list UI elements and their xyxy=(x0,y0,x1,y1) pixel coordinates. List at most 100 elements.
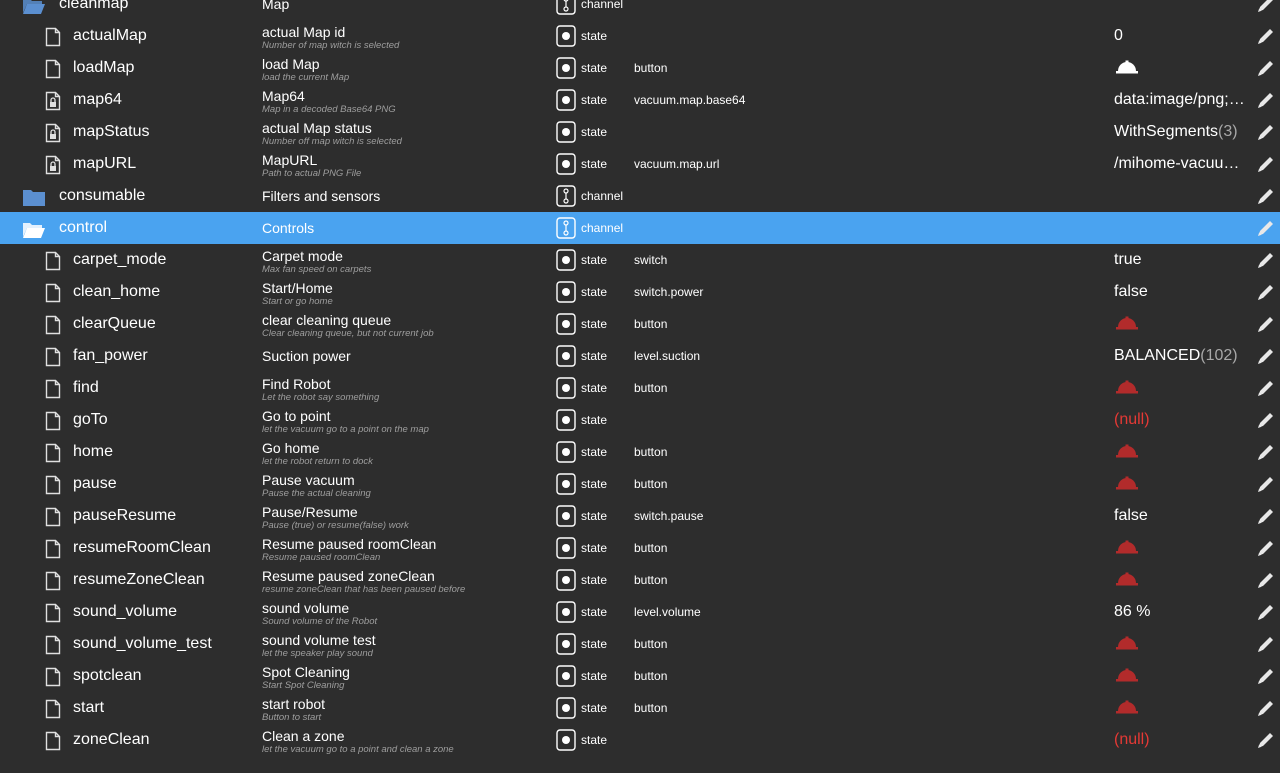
object-name[interactable]: actualMap xyxy=(73,27,147,45)
object-name[interactable]: mapURL xyxy=(73,155,136,173)
object-name[interactable]: control xyxy=(59,219,107,237)
value-cell[interactable]: data:image/png;base64,iVBORw0KGgo xyxy=(1114,84,1254,116)
object-name[interactable]: sound_volume xyxy=(73,603,177,621)
table-row[interactable]: carpet_mode Carpet mode Max fan speed on c… xyxy=(0,244,1280,276)
table-row[interactable]: cleanmap Map channel xyxy=(0,0,1280,20)
pencil-icon[interactable] xyxy=(1256,442,1276,462)
object-value-null[interactable]: (null) xyxy=(1114,411,1252,429)
object-name[interactable]: consumable xyxy=(59,187,145,205)
value-cell[interactable] xyxy=(1114,308,1254,340)
pencil-icon[interactable] xyxy=(1256,0,1276,14)
table-row[interactable]: control Controls channel xyxy=(0,212,1280,244)
object-value-null[interactable]: (null) xyxy=(1114,731,1252,749)
object-value[interactable]: true xyxy=(1114,251,1252,269)
object-value-wrap[interactable]: WithSegments(3) xyxy=(1114,123,1252,141)
table-row[interactable]: find Find Robot Let the robot say somethin… xyxy=(0,372,1280,404)
pencil-icon[interactable] xyxy=(1256,506,1276,526)
object-value[interactable]: false xyxy=(1114,283,1252,301)
table-row[interactable]: consumable Filters and sensors channel xyxy=(0,180,1280,212)
object-value[interactable]: data:image/png;base64,iVBORw0KGgo xyxy=(1114,91,1252,109)
object-name[interactable]: cleanmap xyxy=(59,0,128,13)
table-row[interactable]: resumeRoomClean Resume paused roomClean Re… xyxy=(0,532,1280,564)
pencil-icon[interactable] xyxy=(1256,186,1276,206)
object-name[interactable]: pause xyxy=(73,475,117,493)
table-row[interactable]: actualMap actual Map id Number of map witc… xyxy=(0,20,1280,52)
pencil-icon[interactable] xyxy=(1256,58,1276,78)
pencil-icon[interactable] xyxy=(1256,154,1276,174)
object-value[interactable]: false xyxy=(1114,507,1252,525)
value-cell[interactable]: true xyxy=(1114,244,1254,276)
object-name[interactable]: spotclean xyxy=(73,667,142,685)
pencil-icon[interactable] xyxy=(1256,250,1276,270)
value-cell[interactable]: WithSegments(3) xyxy=(1114,116,1254,148)
value-cell[interactable]: 86 % xyxy=(1114,596,1254,628)
object-name[interactable]: map64 xyxy=(73,91,122,109)
table-row[interactable]: pauseResume Pause/Resume Pause (true) or r… xyxy=(0,500,1280,532)
object-name[interactable]: sound_volume_test xyxy=(73,635,212,653)
table-row[interactable]: zoneClean Clean a zone let the vacuum go t… xyxy=(0,724,1280,756)
object-name[interactable]: resumeRoomClean xyxy=(73,539,211,557)
value-cell[interactable]: (null) xyxy=(1114,404,1254,436)
value-cell[interactable] xyxy=(1114,372,1254,404)
value-cell[interactable] xyxy=(1114,180,1254,212)
value-cell[interactable] xyxy=(1114,628,1254,660)
pencil-icon[interactable] xyxy=(1256,698,1276,718)
table-row[interactable]: map64 Map64 Map in a decoded Base64 PNG sta… xyxy=(0,84,1280,116)
pencil-icon[interactable] xyxy=(1256,410,1276,430)
value-cell[interactable] xyxy=(1114,532,1254,564)
pencil-icon[interactable] xyxy=(1256,218,1276,238)
object-value-wrap[interactable]: BALANCED(102) xyxy=(1114,347,1252,365)
table-row[interactable]: pause Pause vacuum Pause the actual cleani… xyxy=(0,468,1280,500)
object-name[interactable]: find xyxy=(73,379,99,397)
value-cell[interactable] xyxy=(1114,436,1254,468)
pencil-icon[interactable] xyxy=(1256,538,1276,558)
table-row[interactable]: clean_home Start/Home Start or go home stat… xyxy=(0,276,1280,308)
object-value[interactable]: /mihome-vacuum.0/lastMap.png xyxy=(1114,155,1252,173)
pencil-icon[interactable] xyxy=(1256,282,1276,302)
value-cell[interactable]: BALANCED(102) xyxy=(1114,340,1254,372)
value-cell[interactable]: (null) xyxy=(1114,724,1254,756)
table-row[interactable]: resumeZoneClean Resume paused zoneClean re… xyxy=(0,564,1280,596)
value-cell[interactable] xyxy=(1114,468,1254,500)
table-row[interactable]: sound_volume sound volume Sound volume of … xyxy=(0,596,1280,628)
object-name[interactable]: zoneClean xyxy=(73,731,150,749)
object-name[interactable]: loadMap xyxy=(73,59,134,77)
pencil-icon[interactable] xyxy=(1256,378,1276,398)
table-row[interactable]: sound_volume_test sound volume test let th… xyxy=(0,628,1280,660)
value-cell[interactable] xyxy=(1114,692,1254,724)
value-cell[interactable]: /mihome-vacuum.0/lastMap.png xyxy=(1114,148,1254,180)
value-cell[interactable] xyxy=(1114,212,1254,244)
object-value[interactable]: 0 xyxy=(1114,27,1252,45)
pencil-icon[interactable] xyxy=(1256,122,1276,142)
object-name[interactable]: carpet_mode xyxy=(73,251,166,269)
object-name[interactable]: mapStatus xyxy=(73,123,149,141)
pencil-icon[interactable] xyxy=(1256,26,1276,46)
object-name[interactable]: fan_power xyxy=(73,347,148,365)
object-name[interactable]: home xyxy=(73,443,113,461)
pencil-icon[interactable] xyxy=(1256,474,1276,494)
table-row[interactable]: start start robot Button to start state butt… xyxy=(0,692,1280,724)
table-row[interactable]: home Go home let the robot return to dock s… xyxy=(0,436,1280,468)
value-cell[interactable] xyxy=(1114,660,1254,692)
value-cell[interactable]: 0 xyxy=(1114,20,1254,52)
pencil-icon[interactable] xyxy=(1256,602,1276,622)
table-row[interactable]: fan_power Suction power state level.suction… xyxy=(0,340,1280,372)
object-name[interactable]: clean_home xyxy=(73,283,160,301)
object-name[interactable]: goTo xyxy=(73,411,108,429)
value-cell[interactable]: false xyxy=(1114,500,1254,532)
object-name[interactable]: pauseResume xyxy=(73,507,176,525)
pencil-icon[interactable] xyxy=(1256,346,1276,366)
object-name[interactable]: resumeZoneClean xyxy=(73,571,205,589)
table-row[interactable]: goTo Go to point let the vacuum go to a po… xyxy=(0,404,1280,436)
pencil-icon[interactable] xyxy=(1256,634,1276,654)
value-cell[interactable] xyxy=(1114,52,1254,84)
table-row[interactable]: clearQueue clear cleaning queue Clear clea… xyxy=(0,308,1280,340)
table-row[interactable]: loadMap load Map load the current Map state… xyxy=(0,52,1280,84)
pencil-icon[interactable] xyxy=(1256,730,1276,750)
table-row[interactable]: mapURL MapURL Path to actual PNG File state… xyxy=(0,148,1280,180)
value-cell[interactable]: false xyxy=(1114,276,1254,308)
value-cell[interactable] xyxy=(1114,564,1254,596)
object-value[interactable]: 86 % xyxy=(1114,603,1252,621)
pencil-icon[interactable] xyxy=(1256,314,1276,334)
object-name[interactable]: start xyxy=(73,699,104,717)
